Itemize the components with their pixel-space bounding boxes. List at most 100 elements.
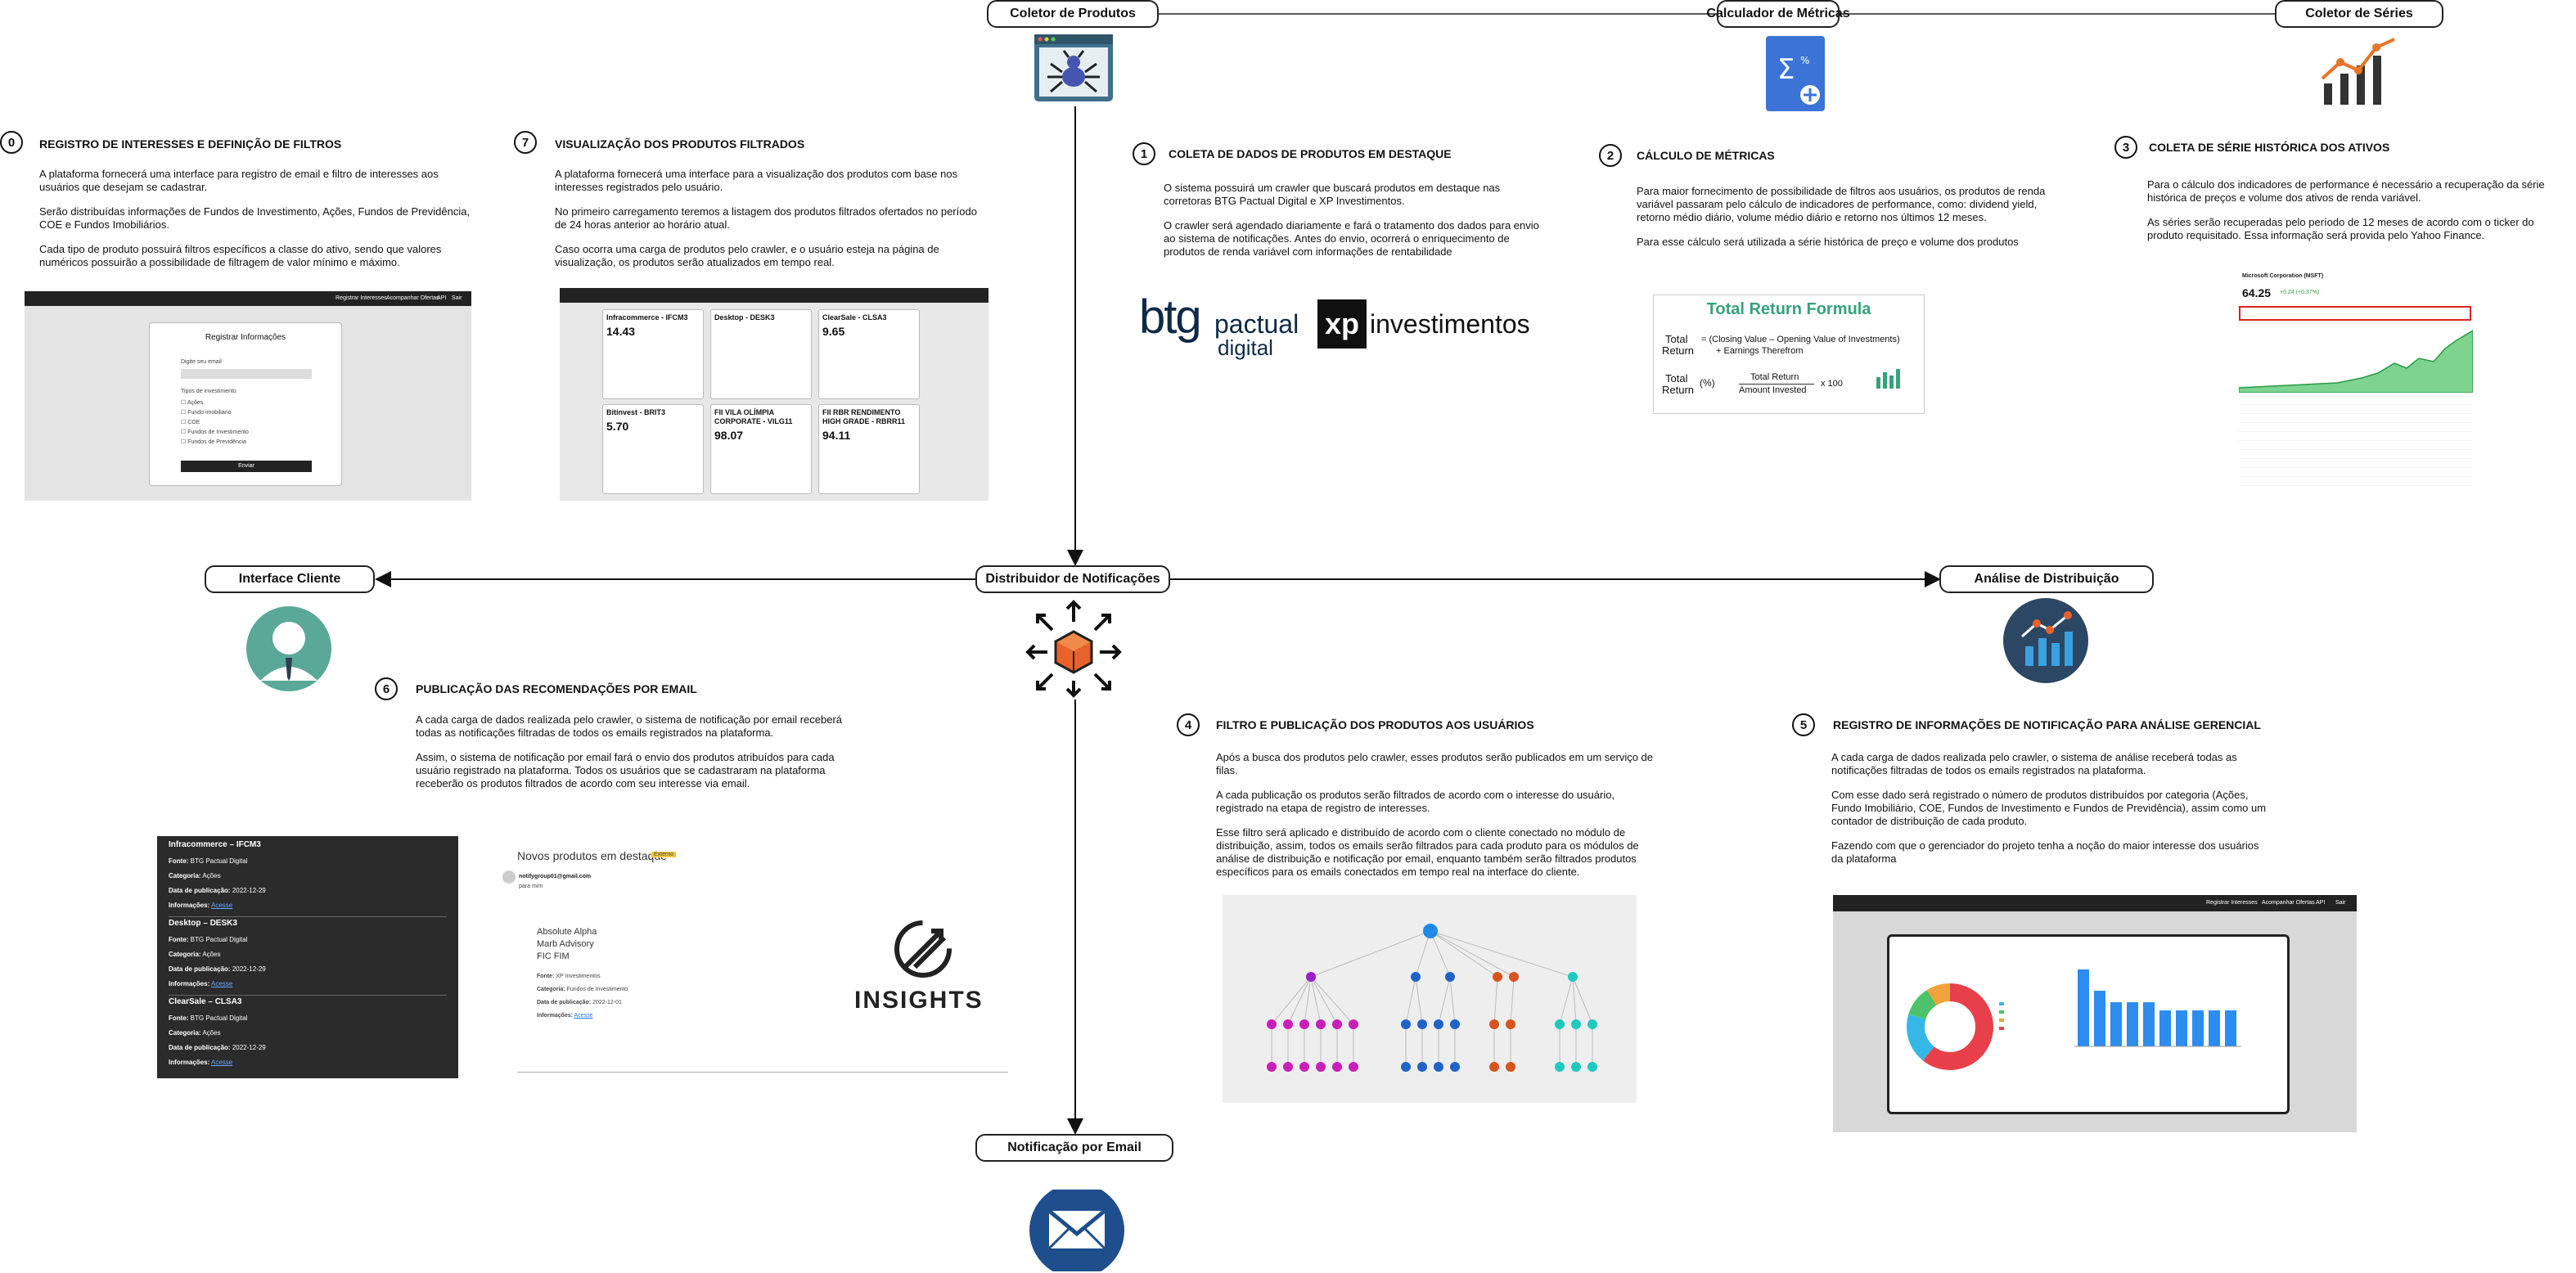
- formula-bars-icon: [1876, 369, 1900, 389]
- section-body-6: A cada carga de dados realizada pelo cra…: [416, 713, 843, 789]
- analytics-screenshot: Registrar Interesses Acompanhar Ofertas …: [1833, 895, 2357, 1132]
- client-user-icon: [246, 606, 331, 691]
- products-screenshot: Infracommerce - IFCM3 14.43 Desktop - DESK…: [560, 288, 989, 501]
- node-coletor-produtos: Coletor de Produtos: [987, 0, 1159, 28]
- tree-node: [1434, 1019, 1443, 1029]
- tree-node: [1349, 1019, 1358, 1029]
- section-number-3: 3: [2114, 136, 2137, 159]
- tree-node: [1299, 1019, 1309, 1029]
- node-analise-distribuicao: Análise de Distribuição: [1939, 565, 2154, 593]
- email-product-entry: ClearSale – CLSA3 Fonte: BTG Pactual Digi…: [169, 997, 266, 1067]
- section-number-4: 4: [1177, 713, 1200, 736]
- btg-pactual-logo: btg pactual digital: [1139, 290, 1299, 360]
- registration-form: Registrar Informações Digite seu email T…: [149, 322, 342, 486]
- svg-text:Σ: Σ: [1777, 53, 1795, 86]
- section-number-7: 7: [514, 131, 537, 154]
- email-link[interactable]: Acesse: [211, 902, 232, 909]
- node-coletor-series: Coletor de Séries: [2275, 0, 2443, 28]
- tree-node: [1587, 1062, 1597, 1072]
- tree-node: [1489, 1019, 1499, 1029]
- section-title-5: REGISTRO DE INFORMAÇÕES DE NOTIFICAÇÃO P…: [1833, 718, 2261, 731]
- product-card[interactable]: FII VILA OLÍMPIA CORPORATE - VILG11 98.07: [710, 404, 812, 494]
- svg-text:%: %: [1800, 55, 1809, 66]
- email-envelope-icon: [1029, 1190, 1124, 1271]
- submit-button[interactable]: Enviar: [181, 461, 312, 472]
- tree-node: [1493, 972, 1502, 982]
- section-number-6: 6: [375, 677, 398, 700]
- tree-node: [1401, 1062, 1411, 1072]
- interest-options[interactable]: ☐ Ações ☐ Fundo imobiliário ☐ COE ☐ Fund…: [181, 398, 249, 448]
- tree-node: [1587, 1019, 1597, 1029]
- email-link[interactable]: Acesse: [211, 1059, 232, 1066]
- section-title-7: VISUALIZAÇÃO DOS PRODUTOS FILTRADOS: [555, 137, 805, 151]
- product-price: 98.07: [714, 429, 744, 442]
- section-number-2: 2: [1599, 144, 1622, 167]
- distributor-box-icon: [1025, 600, 1122, 698]
- tree-node: [1267, 1062, 1277, 1072]
- tree-node: [1509, 972, 1519, 982]
- email-link[interactable]: Acesse: [574, 1013, 593, 1019]
- product-card[interactable]: ClearSale - CLSA3 9.65: [818, 309, 920, 399]
- product-card[interactable]: Bitinvest - BRIT3 5.70: [602, 404, 704, 494]
- tree-node: [1316, 1062, 1326, 1072]
- tree-node: [1417, 1019, 1427, 1029]
- stock-stats-table: [2239, 396, 2473, 486]
- stock-tab-bar[interactable]: [2239, 306, 2471, 321]
- product-price: 94.11: [822, 429, 851, 442]
- tree-node: [1506, 1019, 1515, 1029]
- section-body-0: A plataforma fornecerá uma interface par…: [39, 168, 471, 268]
- tree-node: [1506, 1062, 1515, 1072]
- section-number-1: 1: [1133, 142, 1155, 165]
- tree-node: [1332, 1019, 1342, 1029]
- section-title-0: REGISTRO DE INTERESSES E DEFINIÇÃO DE FI…: [39, 137, 342, 151]
- tree-node: [1306, 972, 1316, 982]
- email-link[interactable]: Acesse: [211, 980, 232, 987]
- spider-crawler-icon: [1034, 34, 1113, 101]
- section-title-1: COLETA DE DADOS DE PRODUTOS EM DESTAQUE: [1169, 147, 1452, 160]
- tree-node: [1555, 1019, 1565, 1029]
- product-price: 14.43: [606, 325, 636, 338]
- tree-node: [1489, 1062, 1499, 1072]
- product-bar-chart: [2074, 969, 2241, 1047]
- analytics-navbar: Registrar Interesses Acompanhar Ofertas …: [1833, 895, 2357, 911]
- stock-area-chart: [2239, 330, 2473, 393]
- tree-node: [1411, 972, 1421, 982]
- sender-avatar: [502, 870, 516, 884]
- tree-node: [1267, 1019, 1277, 1029]
- section-body-1: O sistema possuirá um crawler que buscar…: [1164, 182, 1539, 258]
- node-distribuidor: Distribuidor de Notificações: [975, 565, 1170, 593]
- email-product-entry: Desktop – DESK3 Fonte: BTG Pactual Digita…: [169, 920, 447, 996]
- email-input[interactable]: [181, 369, 312, 379]
- node-notificacao-email: Notificação por Email: [975, 1134, 1173, 1162]
- section-body-2: Para maior fornecimento de possibilidade…: [1637, 185, 2046, 248]
- tree-node: [1316, 1019, 1326, 1029]
- product-name: Infracommerce - IFCM3: [606, 313, 688, 322]
- registration-screenshot: Registrar Interesses Acompanhar Ofertas …: [25, 291, 471, 501]
- section-body-7: A plataforma fornecerá uma interface par…: [555, 168, 977, 268]
- section-number-5: 5: [1792, 713, 1815, 736]
- section-number-0: 0: [0, 131, 23, 154]
- tree-node: [1434, 1062, 1443, 1072]
- tree-node: [1283, 1062, 1293, 1072]
- product-name: FII VILA OLÍMPIA CORPORATE - VILG11: [714, 408, 793, 425]
- email-body: Absolute Alpha Marb Advisory FIC FIM: [537, 927, 597, 961]
- tree-node: [1332, 1062, 1342, 1072]
- calculator-sigma-icon: Σ %: [1766, 36, 1825, 111]
- section-title-3: COLETA DE SÉRIE HISTÓRICA DOS ATIVOS: [2149, 141, 2390, 154]
- tree-node: [1401, 1019, 1411, 1029]
- product-card[interactable]: Infracommerce - IFCM3 14.43: [602, 309, 704, 399]
- xp-investimentos-logo: xp investimentos: [1317, 299, 1530, 352]
- tree-node: [1423, 924, 1438, 938]
- growth-chart-icon: [2321, 38, 2395, 105]
- tree-node: [1450, 1019, 1460, 1029]
- product-card[interactable]: FII RBR RENDIMENTO HIGH GRADE - RBRR11 94…: [818, 404, 920, 494]
- category-donut-chart: [1907, 983, 2004, 1070]
- node-interface-cliente: Interface Cliente: [205, 565, 375, 593]
- product-card[interactable]: Desktop - DESK3: [710, 309, 812, 399]
- product-name: Desktop - DESK3: [714, 313, 775, 322]
- section-title-2: CÁLCULO DE MÉTRICAS: [1637, 149, 1775, 162]
- node-calculador-metricas: Calculador de Métricas: [1706, 0, 1850, 28]
- email-product-entry: Infracommerce – IFCM3 Fonte: BTG Pactual …: [169, 841, 447, 917]
- analytics-panel: [1887, 934, 2290, 1114]
- insights-logo-icon: [894, 920, 952, 978]
